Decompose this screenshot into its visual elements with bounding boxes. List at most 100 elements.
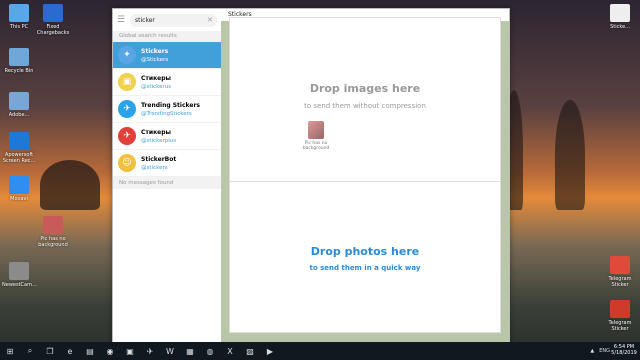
file-icon [610,4,630,22]
file-thumbnail [308,121,324,139]
clear-search-icon[interactable]: ✕ [207,14,213,27]
desktop-icon[interactable]: Movavi [2,176,36,202]
clock[interactable]: 6:54 PM 5/18/2019 [610,344,638,356]
app-icon [9,176,29,194]
desktop-icon-label: This PC [9,24,29,30]
network-icon[interactable]: ▲ [590,348,594,354]
dragged-file: Pic has no background [302,121,330,151]
chat-list-panel: ☰ sticker ✕ Global search results ✦ Stick… [113,9,222,345]
app-icon [9,132,29,150]
result-username: @TrendingStickers [141,110,192,117]
drop-photos-title: Drop photos here [310,245,420,258]
search-result-item[interactable]: ☺ StickerBot @stickers [113,150,221,177]
search-row: ☰ sticker ✕ [113,9,221,31]
excel-icon[interactable]: X [220,342,240,360]
result-username: @stickers [141,164,168,171]
taskbar: ⊞ ⌕ ❐ e ▤ ◉ ▣ ✈ W ▦ ◍ X ▨ ▶ ▲ ENG 6:54 PM 5/18/2019 [0,342,640,360]
desktop-icon-label: Telegram Sticker [608,320,632,332]
telegram-icon[interactable]: ✈ [140,342,160,360]
desktop-icon-label: Movavi [10,196,28,202]
result-username: @stickerus [141,83,172,90]
chat-area: Stickers Drop images here to send them w… [221,9,509,345]
section-header: Global search results [113,31,221,42]
app-icon [9,262,29,280]
desktop-icon[interactable]: Sticke... [603,4,637,30]
calculator-icon[interactable]: ▦ [180,342,200,360]
search-icon[interactable]: ⌕ [20,342,40,360]
result-name: Стикеры [141,74,171,82]
app-icon [9,48,29,66]
menu-icon[interactable]: ☰ [117,15,126,25]
word-icon[interactable]: W [160,342,180,360]
telegram-window: ☰ sticker ✕ Global search results ✦ Stick… [112,8,510,346]
media-icon[interactable]: ▶ [260,342,280,360]
desktop-icon[interactable]: Telegram Sticker [603,256,637,288]
clock-date: 5/18/2019 [611,350,637,356]
search-result-item[interactable]: ✈ Стикеры @stickerplus [113,123,221,150]
taskbar-icons: ⊞ ⌕ ❐ e ▤ ◉ ▣ ✈ W ▦ ◍ X ▨ ▶ [0,342,280,360]
no-messages-label: No messages found [113,177,221,189]
drop-images-subtitle: to send them without compression [304,102,426,110]
store-icon[interactable]: ▣ [120,342,140,360]
palm-tree [40,160,100,210]
app-icon [43,216,63,234]
line-icon[interactable]: ◍ [200,342,220,360]
desktop-icon[interactable]: Fixed Chargebacks [36,4,70,36]
desktop-icon[interactable]: Adobe... [2,92,36,118]
avatar: ☺ [118,154,136,172]
photos-icon[interactable]: ▨ [240,342,260,360]
language-indicator[interactable]: ENG [599,348,610,354]
search-input[interactable]: sticker ✕ [130,13,217,27]
app-icon [43,4,63,22]
desktop-icon-label: Recycle Bin [4,68,34,74]
dragged-file-label: Pic has no background [302,141,330,151]
desktop-icon[interactable]: NewestCam... [2,262,37,288]
desktop-icon-label: Adobe... [8,112,30,118]
result-username: @Stickers [141,56,169,63]
desktop-icon[interactable]: Pic has no background [36,216,70,248]
result-name: Стикеры [141,128,171,136]
explorer-icon[interactable]: ▤ [80,342,100,360]
app-icon [9,4,29,22]
desktop-icon[interactable]: Apowersoft Screen Rec... [2,132,36,164]
desktop-icon-label: Telegram Sticker [608,276,632,288]
result-name: Stickers [141,47,169,55]
desktop-icon[interactable]: Recycle Bin [2,48,36,74]
drop-images-title: Drop images here [309,82,421,95]
result-meta: Стикеры @stickerplus [141,129,176,144]
palm-tree [555,100,585,210]
result-meta: Trending Stickers @TrendingStickers [141,102,200,117]
system-tray: ▲ ENG [590,342,610,360]
search-result-item[interactable]: ✈ Trending Stickers @TrendingStickers [113,96,221,123]
result-meta: StickerBot @stickers [141,156,176,171]
desktop-icon[interactable]: This PC [2,4,36,30]
drop-photos-zone[interactable]: Drop photos here to send them in a quick… [229,181,501,333]
result-meta: Stickers @Stickers [141,48,168,63]
chrome-icon[interactable]: ◉ [100,342,120,360]
avatar: ✈ [118,100,136,118]
search-results: ✦ Stickers @Stickers ▣ Стикеры @stickerus ✈ Tre… [113,42,221,177]
result-username: @stickerplus [141,137,177,144]
result-meta: Стикеры @stickerus [141,75,171,90]
desktop-icon[interactable]: Telegram Sticker [603,300,637,332]
search-result-item[interactable]: ✦ Stickers @Stickers [113,42,221,69]
file-icon [610,256,630,274]
avatar: ✦ [118,46,136,64]
search-result-item[interactable]: ▣ Стикеры @stickerus [113,69,221,96]
desktop-icon-label: NewestCam... [2,282,37,288]
search-value: sticker [135,16,155,24]
result-name: StickerBot [141,155,177,163]
app-icon [9,92,29,110]
drop-images-zone[interactable]: Drop images here to send them without co… [229,17,501,183]
desktop-icon-label: Sticke... [610,24,630,30]
desktop-icon-label: Apowersoft Screen Rec... [2,152,36,164]
file-icon [610,300,630,318]
start-icon[interactable]: ⊞ [0,342,20,360]
avatar: ▣ [118,73,136,91]
task-view-icon[interactable]: ❐ [40,342,60,360]
desktop-icon-label: Fixed Chargebacks [36,24,70,36]
desktop-icon-label: Pic has no background [38,236,68,248]
result-name: Trending Stickers [141,101,200,109]
drop-photos-subtitle: to send them in a quick way [309,264,421,272]
edge-icon[interactable]: e [60,342,80,360]
